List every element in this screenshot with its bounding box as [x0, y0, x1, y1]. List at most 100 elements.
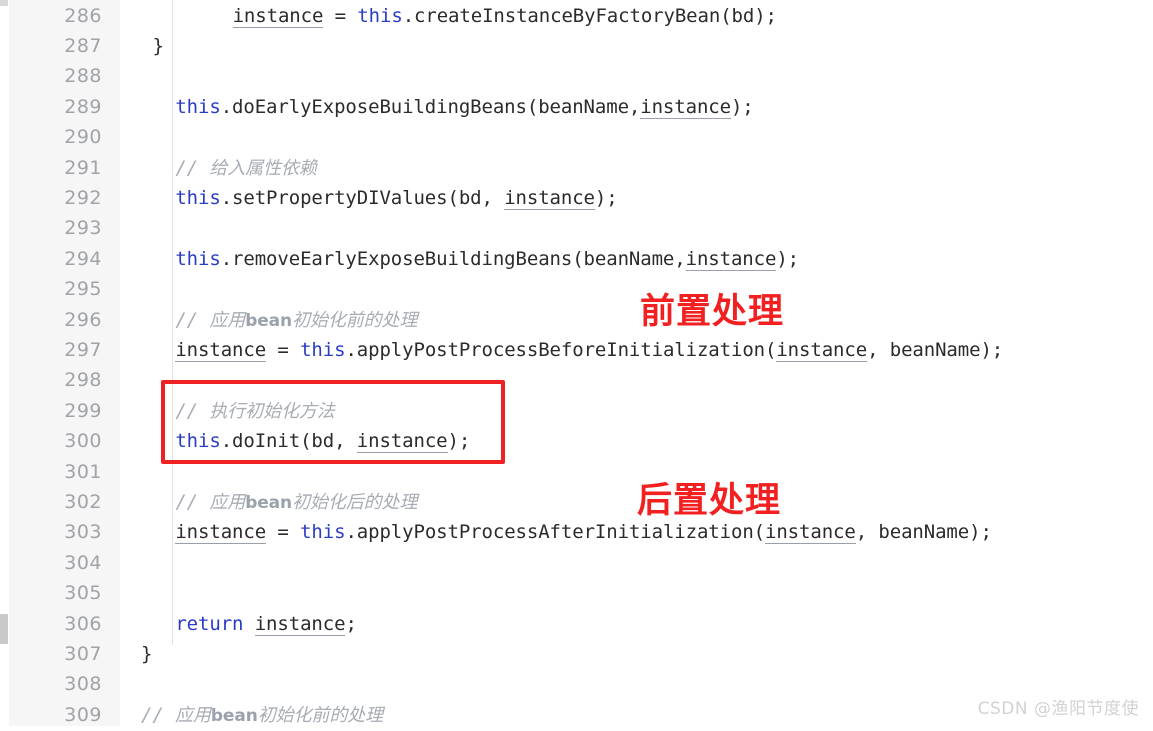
line-number: 308	[64, 673, 102, 696]
line-number: 296	[64, 308, 102, 331]
code-token: ;	[345, 612, 357, 635]
line-number: 299	[64, 399, 102, 422]
line-number: 302	[64, 490, 102, 513]
gutter-row[interactable]: 293	[9, 213, 120, 243]
code-token: instance	[232, 4, 324, 28]
gutter-row[interactable]: 289	[9, 92, 120, 122]
code-token: );	[776, 247, 800, 270]
code-token: //	[141, 703, 176, 726]
gutter-row[interactable]: 300	[9, 426, 120, 456]
code-token: 应用	[209, 309, 246, 331]
code-token: this	[357, 4, 403, 27]
scrollbar-tick-top	[0, 0, 8, 6]
gutter-row[interactable]: 305	[9, 578, 120, 608]
code-token: 给入属性依赖	[209, 157, 317, 179]
gutter-row[interactable]: 286	[9, 1, 120, 31]
code-token: );	[594, 186, 618, 209]
code-token: return	[175, 612, 255, 635]
line-number: 297	[64, 338, 102, 361]
gutter-row[interactable]: 299	[9, 396, 120, 426]
code-fold-column[interactable]	[120, 0, 216, 726]
line-number: 294	[64, 247, 102, 270]
line-number: 301	[64, 460, 102, 483]
line-number: 307	[64, 642, 102, 665]
code-token: }	[152, 34, 164, 57]
code-token: instance	[254, 612, 346, 636]
line-number: 293	[64, 217, 102, 240]
gutter-row[interactable]: 302	[9, 487, 120, 517]
code-token: this	[300, 521, 346, 544]
line-number: 286	[64, 4, 102, 27]
gutter-row[interactable]: 308	[9, 669, 120, 699]
scrollbar-thumb[interactable]	[0, 614, 8, 644]
code-token: }	[141, 642, 153, 665]
code-line[interactable]: // 给入属性依赖	[175, 153, 317, 183]
gutter-row[interactable]: 298	[9, 365, 120, 395]
gutter-row[interactable]: 287	[9, 31, 120, 61]
code-token: instance	[685, 247, 777, 271]
gutter-row[interactable]: 294	[9, 244, 120, 274]
line-number: 292	[64, 186, 102, 209]
code-token: this	[175, 430, 221, 453]
code-editor[interactable]: 286 287 288 289 290 291 292 293 294 295 296 297 298 2…	[0, 0, 1153, 726]
code-token: bean	[210, 705, 258, 726]
gutter-row[interactable]: 306	[9, 609, 120, 639]
code-line[interactable]: this.removeEarlyExposeBuildingBeans(bean…	[175, 244, 799, 274]
code-token: .applyPostProcessAfterInitialization(	[345, 521, 765, 544]
gutter-row[interactable]: 291	[9, 153, 120, 183]
gutter-row[interactable]: 296	[9, 305, 120, 335]
code-line[interactable]: this.setPropertyDIValues(bd, instance);	[175, 183, 618, 213]
code-token: 应用	[175, 704, 211, 726]
code-token: instance	[504, 186, 595, 210]
code-token: 执行初始化方法	[209, 400, 335, 422]
gutter-row[interactable]: 304	[9, 548, 120, 578]
code-token: 初始化后的处理	[292, 491, 418, 513]
code-token: , beanName);	[867, 338, 1004, 361]
code-token: this	[175, 186, 221, 209]
code-line[interactable]: // 应用bean初始化后的处理	[175, 487, 417, 517]
code-token: //	[175, 490, 210, 513]
gutter-row[interactable]: 288	[9, 61, 120, 91]
code-token: 应用	[209, 491, 246, 513]
code-line[interactable]: }	[152, 31, 163, 61]
code-token: //	[175, 308, 210, 331]
editor-gutter[interactable]: 286 287 288 289 290 291 292 293 294 295 296 297 298 2…	[9, 0, 121, 726]
gutter-row[interactable]: 295	[9, 274, 120, 304]
code-token: .setPropertyDIValues(bd,	[220, 186, 505, 209]
code-token: 初始化前的处理	[257, 704, 384, 726]
gutter-row[interactable]: 301	[9, 457, 120, 487]
gutter-row[interactable]: 297	[9, 335, 120, 365]
code-token: .removeEarlyExposeBuildingBeans(beanName…	[220, 247, 686, 270]
code-token: this	[300, 338, 346, 361]
line-number: 304	[64, 551, 102, 574]
code-line[interactable]: // 应用bean初始化前的处理	[175, 305, 417, 335]
code-line[interactable]: return instance;	[175, 609, 357, 639]
code-token: instance	[175, 521, 267, 545]
code-line[interactable]: this.doInit(bd, instance);	[175, 426, 470, 456]
code-token: =	[266, 338, 301, 361]
gutter-row[interactable]: 303	[9, 517, 120, 547]
code-token: bean	[245, 492, 293, 513]
line-number: 287	[64, 34, 102, 57]
code-token: instance	[356, 430, 448, 454]
gutter-row[interactable]: 292	[9, 183, 120, 213]
code-token: instance	[175, 338, 267, 362]
code-text-area[interactable]: instance = this.createInstanceByFactoryB…	[141, 0, 1153, 726]
code-token: =	[323, 4, 358, 27]
code-token: //	[175, 156, 210, 179]
code-line[interactable]: }	[141, 639, 152, 669]
code-token: );	[730, 95, 754, 118]
code-line[interactable]: // 执行初始化方法	[175, 396, 334, 426]
code-token: instance	[640, 95, 731, 119]
gutter-row[interactable]: 307	[9, 639, 120, 669]
line-number: 306	[64, 612, 102, 635]
gutter-row[interactable]: 290	[9, 122, 120, 152]
code-line[interactable]: instance = this.applyPostProcessAfterIni…	[175, 517, 992, 547]
code-line[interactable]: instance = this.applyPostProcessBeforeIn…	[175, 335, 1003, 365]
code-line[interactable]: this.doEarlyExposeBuildingBeans(beanName…	[175, 92, 754, 122]
code-token: 初始化前的处理	[292, 309, 418, 331]
code-token: .createInstanceByFactoryBean(bd);	[402, 4, 777, 27]
code-line[interactable]: instance = this.createInstanceByFactoryB…	[232, 1, 777, 31]
code-token: instance	[776, 338, 868, 362]
line-number: 290	[64, 126, 102, 149]
